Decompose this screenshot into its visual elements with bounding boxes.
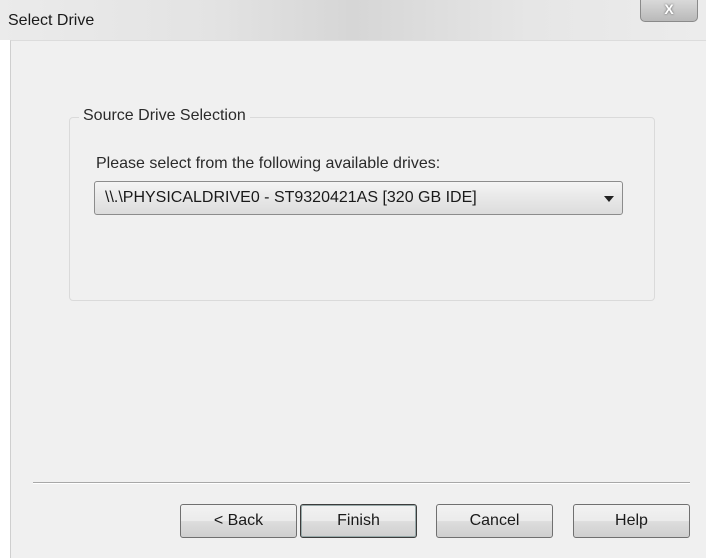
title-bar[interactable]: Select Drive X [0,0,706,40]
button-separator [33,482,690,484]
chevron-down-icon[interactable] [604,196,614,202]
back-button[interactable]: < Back [180,504,297,538]
dropdown-selected-value: \\.\PHYSICALDRIVE0 - ST9320421AS [320 GB… [105,189,477,206]
drive-prompt-label: Please select from the following availab… [96,155,441,172]
window-frame-left [0,40,10,557]
window-title: Select Drive [8,12,95,29]
close-button[interactable]: X [640,0,698,22]
group-legend: Source Drive Selection [79,107,250,125]
finish-button[interactable]: Finish [300,504,417,538]
close-icon: X [664,1,674,17]
select-drive-dialog: Select Drive X Source Drive Selection Pl… [0,0,706,558]
drive-select-dropdown[interactable]: \\.\PHYSICALDRIVE0 - ST9320421AS [320 GB… [94,181,623,215]
help-button[interactable]: Help [573,504,690,538]
cancel-button[interactable]: Cancel [436,504,553,538]
